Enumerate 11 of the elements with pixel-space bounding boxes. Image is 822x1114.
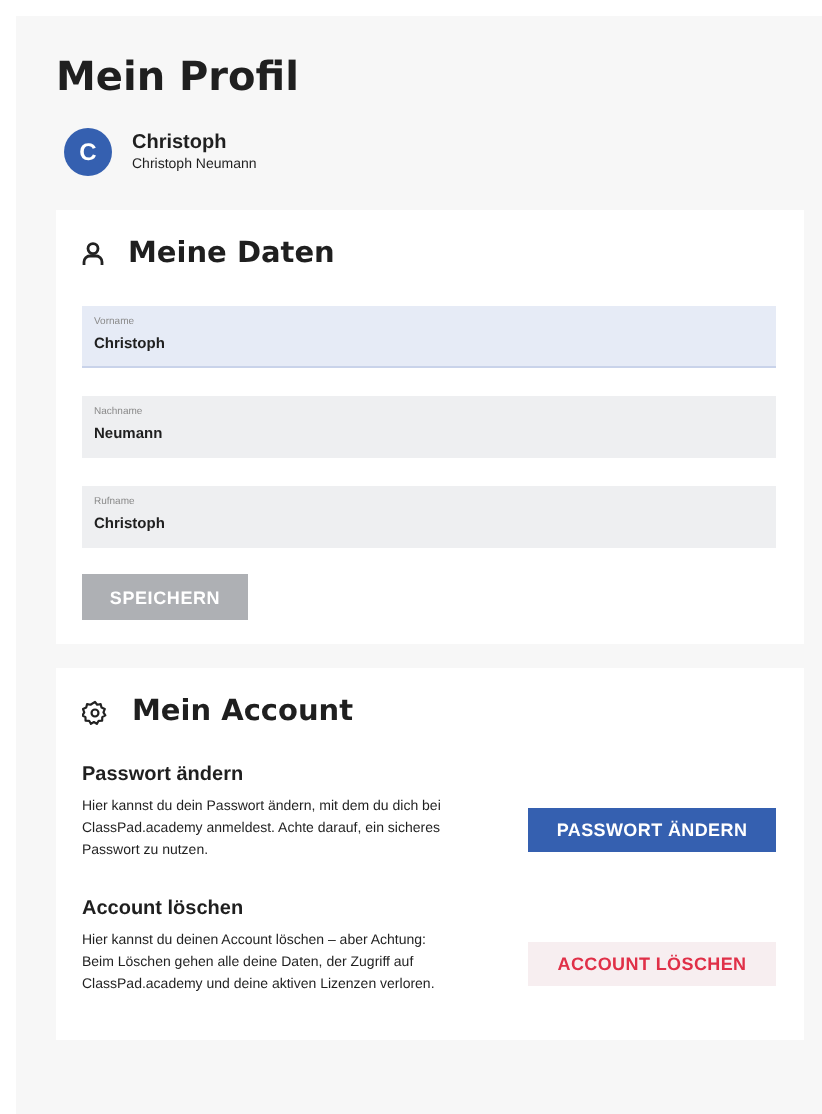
section-title: Mein Account — [132, 696, 354, 728]
change-password-button[interactable]: PASSWORT ÄNDERN — [528, 807, 776, 851]
person-icon — [82, 242, 104, 266]
user-name: Christoph — [132, 132, 229, 154]
avatar: C — [64, 128, 112, 176]
settings-icon — [82, 699, 108, 725]
subsection-heading: Account löschen — [82, 898, 246, 920]
delete-account-button[interactable]: ACCOUNT LÖSCHEN — [528, 941, 776, 985]
page-title: Mein Profil — [56, 52, 301, 100]
subsection-heading: Passwort ändern — [82, 764, 246, 786]
section-title: Meine Daten — [128, 238, 335, 270]
